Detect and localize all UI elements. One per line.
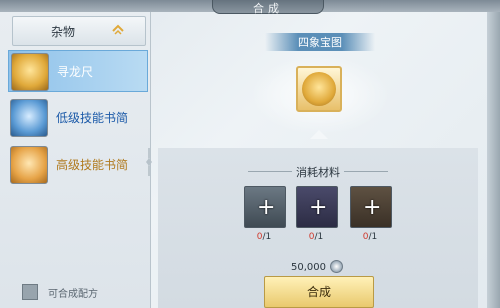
material-slot-cloth[interactable]: + [296, 186, 338, 228]
material-slot-tablet[interactable]: + [350, 186, 392, 228]
title-tab: 合成 [212, 0, 324, 15]
chevron-up-icon [112, 24, 124, 35]
plus-icon: + [363, 195, 382, 220]
craftable-filter-label: 可合成配方 [48, 289, 98, 300]
material-count: 0/1 [362, 232, 378, 242]
recipe-item-label: 低级技能书简 [56, 111, 129, 125]
recipe-item-low-skill-book[interactable]: 低级技能书简 [8, 97, 146, 137]
material-slot-scroll[interactable]: + [244, 186, 286, 228]
recipe-item-dragon-ruler[interactable]: 寻龙尺 [8, 50, 148, 92]
divider-line [248, 171, 292, 172]
blue-scroll-icon [10, 99, 48, 137]
recipe-item-label: 高级技能书简 [56, 158, 129, 172]
material-count: 0/1 [256, 232, 272, 242]
recipe-item-high-skill-book[interactable]: 高级技能书简 [8, 144, 146, 184]
craft-cost: 50,000 [291, 262, 326, 273]
category-header[interactable]: 杂物 [12, 16, 146, 46]
gold-scroll-icon [10, 146, 48, 184]
plus-icon: + [257, 195, 276, 220]
result-item-slot[interactable] [296, 66, 342, 112]
silver-coin-icon [330, 260, 343, 273]
window-title: 合成 [253, 2, 283, 15]
dragon-ruler-icon [11, 53, 49, 91]
craft-button-label: 合成 [306, 285, 331, 299]
plus-icon: + [309, 195, 328, 220]
craftable-filter-checkbox[interactable] [22, 284, 38, 300]
treasure-map-icon [302, 72, 336, 106]
result-name-banner: 四象宝图 [265, 33, 375, 51]
materials-title: 消耗材料 [296, 166, 340, 179]
panel-divider-handle[interactable] [145, 148, 153, 176]
material-count: 0/1 [308, 232, 324, 242]
recipe-item-label: 寻龙尺 [57, 65, 94, 79]
divider-line [344, 171, 388, 172]
category-label: 杂物 [51, 25, 76, 39]
result-pointer [310, 130, 328, 139]
result-name: 四象宝图 [298, 36, 342, 49]
craft-button[interactable]: 合成 [264, 276, 374, 308]
window-frame-right [487, 12, 500, 308]
